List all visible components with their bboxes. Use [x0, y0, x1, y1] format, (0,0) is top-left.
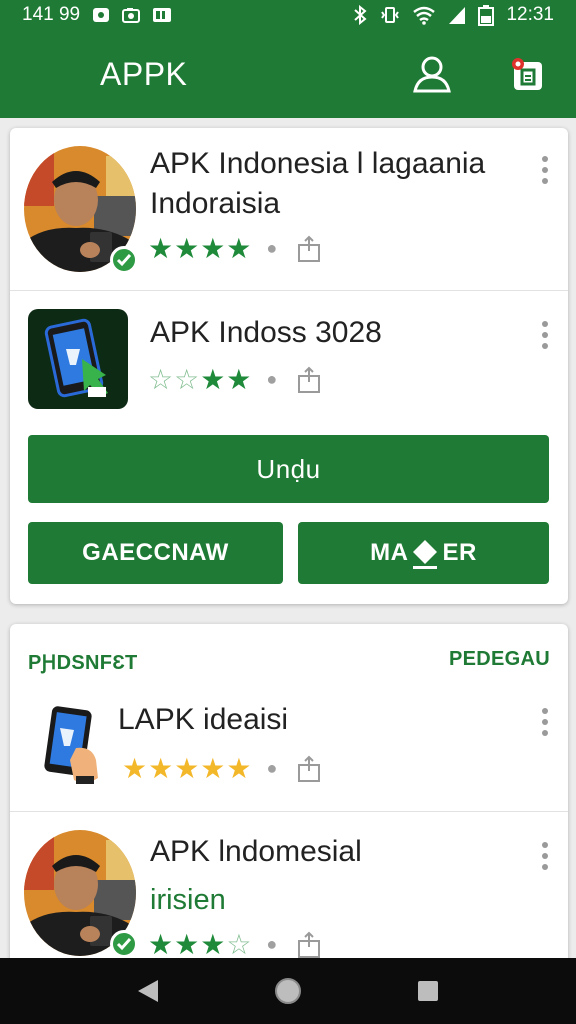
- section-more-link[interactable]: PEDEGAU: [449, 648, 550, 671]
- more-options-icon[interactable]: [540, 156, 550, 184]
- separator-dot: ●: [266, 238, 279, 258]
- button-label-part: ER: [442, 539, 477, 566]
- list-item[interactable]: APK lndomesial irisien ★★★ ☆ ●: [10, 812, 568, 964]
- rating-row: ★★★ ☆ ●: [148, 928, 322, 961]
- battery-icon: [478, 4, 495, 26]
- camera-notification-icon: [122, 7, 141, 23]
- separator-dot: ●: [266, 369, 279, 389]
- system-nav-bar: [0, 958, 576, 1024]
- section-title: PԨDSNFԐT: [28, 652, 138, 674]
- app-name: LAPK ideaisi: [118, 703, 289, 736]
- status-left-text: 141 99: [22, 4, 81, 25]
- rating-row: ★★★★★ ●: [122, 752, 322, 785]
- star-icon: ★★: [200, 364, 253, 395]
- downloads-icon[interactable]: [510, 56, 546, 92]
- app-subtitle: irisien: [150, 884, 226, 916]
- recents-icon[interactable]: [416, 979, 440, 1003]
- app-name: APK Indonesia l lagaania Indoraisia: [150, 147, 486, 220]
- more-options-icon[interactable]: [540, 708, 550, 736]
- wifi-icon: [412, 5, 436, 25]
- separator-dot: ●: [266, 934, 279, 954]
- status-bar: 141 99 12:31: [0, 0, 576, 30]
- list-item[interactable]: APK Indoss 3028 ☆☆ ★★ ●: [10, 291, 568, 423]
- account-icon[interactable]: [412, 55, 452, 93]
- separator-dot: ●: [266, 758, 279, 778]
- rating-row: ☆☆ ★★ ●: [148, 363, 322, 396]
- list-item[interactable]: LAPK ideaisi ★★★★★ ●: [10, 686, 568, 810]
- verified-badge-icon: [110, 246, 138, 274]
- secondary-button-left[interactable]: GAECCNAW: [28, 522, 283, 584]
- share-icon[interactable]: [296, 755, 322, 783]
- share-icon[interactable]: [296, 366, 322, 394]
- signal-icon: [448, 5, 466, 25]
- bluetooth-icon: [352, 5, 368, 25]
- app-title: APPK: [100, 55, 188, 92]
- list-item[interactable]: APK Indonesia l lagaania Indoraisia ★★★★…: [10, 128, 568, 290]
- share-icon[interactable]: [296, 235, 322, 263]
- app-name: APK lndomesial: [150, 835, 362, 868]
- star-icon: ★★★★: [148, 233, 253, 264]
- vibrate-icon: [380, 5, 400, 25]
- secondary-button-right[interactable]: MA ER: [298, 522, 549, 584]
- apps-list-card: PԨDSNFԐT PEDEGAU LAPK ideaisi ★★★★★ ● AP…: [10, 624, 568, 964]
- star-icon: ★★★: [148, 929, 227, 960]
- back-icon[interactable]: [136, 978, 160, 1004]
- phone-hand-icon: [36, 700, 116, 790]
- download-button[interactable]: Unḍu: [28, 435, 549, 503]
- app-name: APK Indoss 3028: [150, 316, 382, 349]
- status-time: 12:31: [506, 4, 554, 25]
- rating-row: ★★★★ ●: [148, 232, 322, 265]
- star-outline-icon: ☆: [226, 929, 253, 960]
- more-options-icon[interactable]: [540, 842, 550, 870]
- notification-icon: [92, 7, 110, 23]
- home-icon[interactable]: [273, 976, 303, 1006]
- star-outline-icon: ☆☆: [148, 364, 201, 395]
- verified-badge-icon: [110, 930, 138, 958]
- gallery-notification-icon: [152, 7, 172, 23]
- phone-download-icon: [28, 309, 128, 409]
- developer-avatar: [24, 830, 138, 958]
- app-bar: APPK: [0, 30, 576, 118]
- more-options-icon[interactable]: [540, 321, 550, 349]
- share-icon[interactable]: [296, 931, 322, 959]
- developer-avatar: [24, 146, 138, 274]
- button-label-part: MA: [370, 539, 409, 566]
- featured-apps-card: APK Indonesia l lagaania Indoraisia ★★★★…: [10, 128, 568, 604]
- star-icon: ★★★★★: [122, 753, 253, 784]
- download-arrow-icon: [410, 536, 440, 570]
